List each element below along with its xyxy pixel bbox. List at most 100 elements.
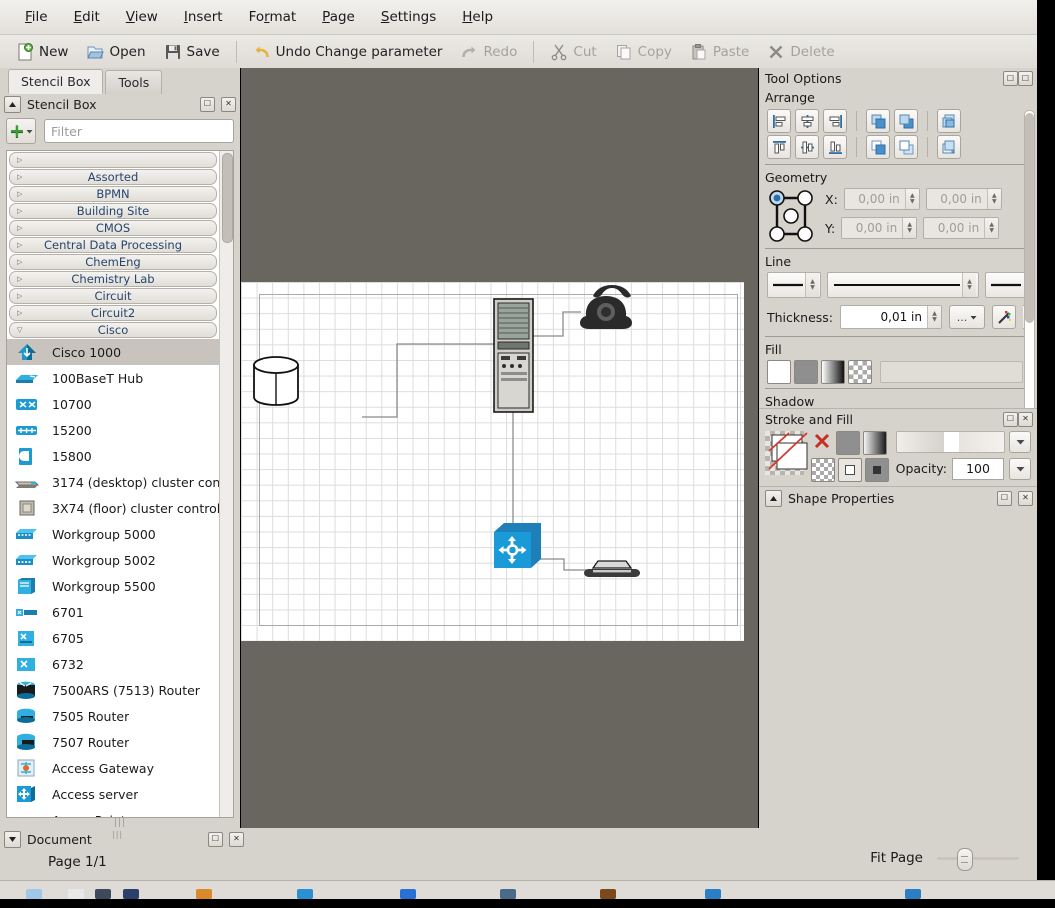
geometry-y2-arrows[interactable]: ▲ ▼ (984, 218, 999, 238)
stencil-item[interactable]: Access server (7, 781, 219, 807)
align-bottom-button[interactable] (823, 135, 847, 159)
anchor-selector[interactable] (767, 188, 815, 244)
stroke-color-strip[interactable] (895, 430, 1005, 453)
shape-server-tower[interactable] (493, 298, 534, 413)
menu-view[interactable]: View (113, 5, 171, 29)
taskbar-item-8[interactable] (500, 889, 516, 899)
stencil-item[interactable]: 7500ARS (7513) Router (7, 677, 219, 703)
new-button[interactable]: New (8, 40, 76, 64)
float-stencil-box-button[interactable]: ☐ (200, 96, 215, 112)
geometry-x1-arrows[interactable]: ▲ ▼ (904, 189, 919, 209)
lower-button[interactable] (894, 135, 918, 159)
taskbar-item-9[interactable] (600, 889, 616, 899)
fill-solid-button[interactable] (794, 360, 818, 384)
line-style-arrows[interactable]: ▲ ▼ (962, 273, 976, 297)
stencil-category-building-site[interactable]: ▷ Building Site (9, 203, 217, 219)
collapse-stencil-box-button[interactable] (4, 95, 21, 113)
line-more-button[interactable]: ... (949, 305, 985, 329)
taskbar-item-5[interactable] (196, 889, 212, 899)
line-cap-arrows[interactable]: ▲ ▼ (805, 273, 819, 297)
align-right-button[interactable] (823, 109, 847, 133)
undo-button[interactable]: Undo Change parameter (245, 40, 451, 64)
zoom-slider-knob[interactable] (957, 847, 973, 871)
close-document-panel-button[interactable]: ✕ (229, 831, 244, 847)
align-left-button[interactable] (767, 109, 791, 133)
canvas-horizontal-scrollbar[interactable] (241, 814, 758, 828)
thickness-spinner[interactable]: 0,01 in ▲ ▼ (840, 305, 942, 329)
dock-tool-options-button[interactable]: ☐ (1018, 71, 1033, 86)
taskbar-item-4[interactable] (123, 889, 139, 899)
stencil-category-circuit[interactable]: ▷ Circuit (9, 288, 217, 304)
menu-page[interactable]: Page (309, 5, 368, 29)
stencil-category-central-data-processing[interactable]: ▷ Central Data Processing (9, 237, 217, 253)
stencil-item[interactable]: 7507 Router (7, 729, 219, 755)
shape-access-server[interactable] (494, 523, 541, 568)
stencil-item[interactable]: 6701 (7, 599, 219, 625)
menu-edit[interactable]: Edit (61, 5, 113, 29)
line-style-selector[interactable]: ▲ ▼ (827, 272, 979, 298)
tab-stencil-box[interactable]: Stencil Box (8, 69, 104, 94)
align-top-button[interactable] (767, 135, 791, 159)
zoom-slider[interactable] (937, 847, 1019, 871)
taskbar-item-1[interactable] (26, 889, 42, 899)
thickness-arrows[interactable]: ▲ ▼ (927, 306, 941, 328)
expand-document-button[interactable] (4, 830, 21, 848)
float-stroke-and-fill-button[interactable]: ☐ (1003, 411, 1018, 427)
pattern-button[interactable] (810, 457, 835, 482)
fill-pattern-button[interactable] (848, 360, 872, 384)
float-tool-options-button[interactable]: ☐ (1003, 71, 1018, 86)
stencil-category-bpmn[interactable]: ▷ BPMN (9, 186, 217, 202)
stencil-category-blank[interactable]: ▷ (9, 152, 217, 168)
stencil-category-cisco[interactable]: ▽ Cisco (9, 322, 217, 338)
send-backward-button[interactable] (894, 109, 918, 133)
raise-button[interactable] (866, 135, 890, 159)
align-center-horizontal-button[interactable] (795, 109, 819, 133)
line-arrow-selector[interactable] (985, 272, 1029, 298)
stencil-item[interactable]: 15800 (7, 443, 219, 469)
align-center-vertical-button[interactable] (795, 135, 819, 159)
line-cap-selector[interactable]: ▲ ▼ (767, 272, 821, 298)
stencil-item[interactable]: 15200 (7, 417, 219, 443)
stencil-category-circuit2[interactable]: ▷ Circuit2 (9, 305, 217, 321)
stencil-list-scrollbar[interactable] (219, 151, 233, 817)
close-stencil-box-button[interactable]: ✕ (221, 96, 236, 112)
stroke-color-dropdown[interactable] (1009, 430, 1031, 453)
desktop-taskbar[interactable] (0, 880, 1055, 899)
stroke-fill-preview[interactable] (765, 430, 808, 475)
stencil-item[interactable]: 7505 Router (7, 703, 219, 729)
swatch-button[interactable] (837, 457, 862, 482)
geometry-y1-arrows[interactable]: ▲ ▼ (902, 218, 917, 238)
close-shape-properties-button[interactable]: ✕ (1018, 490, 1033, 506)
canvas-vertical-scrollbar[interactable] (744, 68, 758, 828)
menu-format[interactable]: Format (236, 5, 310, 29)
opacity-dropdown[interactable] (1009, 457, 1031, 480)
stencil-category-chemistry-lab[interactable]: ▷ Chemistry Lab (9, 271, 217, 287)
float-document-panel-button[interactable]: ☐ (208, 831, 223, 847)
collapse-shape-properties-button[interactable] (765, 489, 782, 507)
menu-insert[interactable]: Insert (171, 5, 236, 29)
stencil-item[interactable]: 10700 (7, 391, 219, 417)
geometry-x2-arrows[interactable]: ▲ ▼ (986, 189, 1001, 209)
geometry-x2-spinner[interactable]: 0,00 in ▲ ▼ (925, 188, 1002, 210)
tab-tools[interactable]: Tools (105, 70, 163, 94)
menu-settings[interactable]: Settings (368, 5, 449, 29)
taskbar-item-6[interactable] (297, 889, 313, 899)
stencil-item[interactable]: Workgroup 5000 (7, 521, 219, 547)
stencil-category-chemeng[interactable]: ▷ ChemEng (9, 254, 217, 270)
taskbar-item-10[interactable] (705, 889, 721, 899)
shape-telephone[interactable] (580, 285, 632, 329)
stencil-item[interactable]: 6732 (7, 651, 219, 677)
stencil-item[interactable]: Workgroup 5500 (7, 573, 219, 599)
taskbar-item-7[interactable] (400, 889, 416, 899)
menu-file[interactable]: File (12, 5, 61, 29)
no-paint-button[interactable] (811, 431, 833, 451)
taskbar-item-11[interactable] (905, 889, 921, 899)
stencil-item[interactable]: AccessPoint (7, 807, 219, 818)
diagram-canvas[interactable] (241, 68, 758, 828)
stencil-list[interactable]: ▷ ▷ Assorted ▷ BPMN ▷ Building Site ▷ CMOS ▷ Centr… (7, 151, 219, 817)
menu-help[interactable]: Help (449, 5, 506, 29)
open-button[interactable]: Open (78, 40, 153, 64)
stencil-category-assorted[interactable]: ▷ Assorted (9, 169, 217, 185)
stencil-filter-input[interactable]: Filter (44, 119, 234, 143)
opacity-input[interactable]: 100 (952, 457, 1004, 480)
